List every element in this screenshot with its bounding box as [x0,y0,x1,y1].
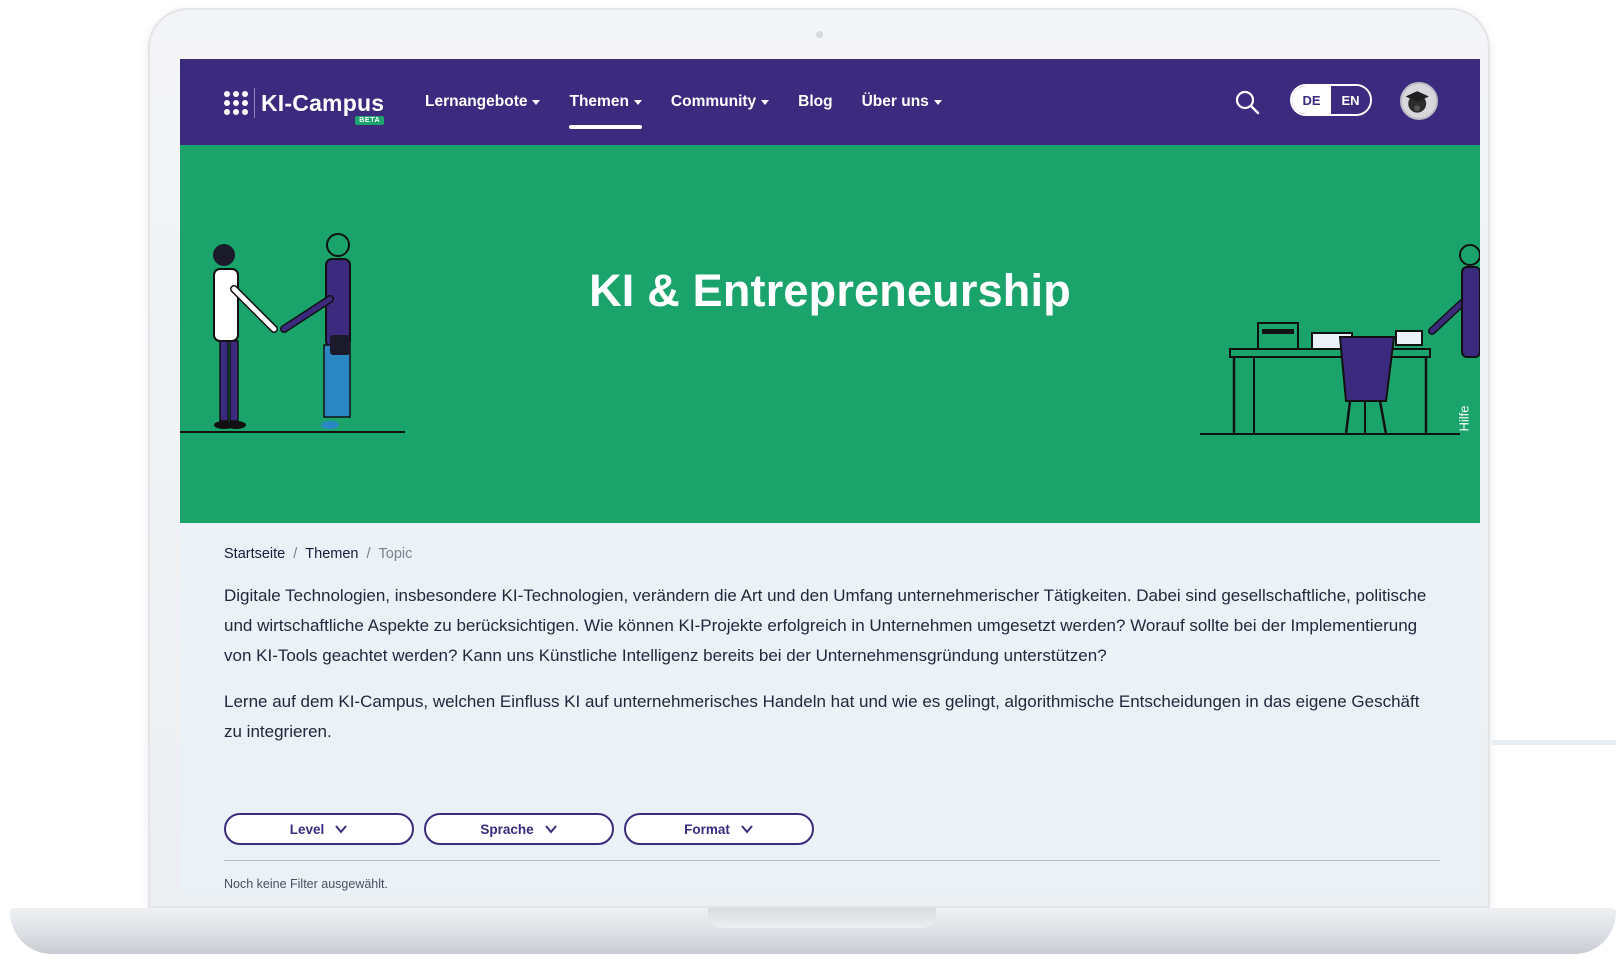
filter-format-dropdown[interactable]: Format [624,813,814,845]
filter-sprache-dropdown[interactable]: Sprache [424,813,614,845]
help-tab-label: Hilfe [1456,405,1472,432]
filter-status-text: Noch keine Filter ausgewählt. [224,877,388,891]
caret-down-icon [933,99,942,105]
filter-label: Level [289,821,325,837]
graduation-cap-icon [1405,91,1429,113]
breadcrumb-item-themen[interactable]: Themen [305,546,358,562]
caret-down-icon [761,99,770,105]
logo-separator [254,88,255,118]
intro-paragraph: Digitale Technologien, insbesondere KI-T… [224,586,1427,665]
nav-item-label: Blog [798,93,833,110]
nav-item-community[interactable]: Community [670,59,770,145]
user-avatar[interactable] [1400,82,1438,120]
nav-item-label: Lernangebote [425,93,528,110]
breadcrumb-item-startseite[interactable]: Startseite [224,546,285,562]
nav-item-themen[interactable]: Themen [569,59,643,145]
breadcrumb-item-current: Topic [378,546,413,562]
filter-divider [224,860,1440,861]
search-icon[interactable] [1234,89,1260,115]
hero-banner: KI & Entrepreneurship Hilfe [180,145,1480,523]
main-nav: Lernangebote Themen Community Blog Über … [425,59,971,145]
chevron-down-icon [741,825,753,834]
nav-item-label: Über uns [861,93,929,110]
help-tab[interactable]: Hilfe [1457,393,1479,443]
laptop-base-notch [708,908,936,928]
navbar: KI-Campus BETA Lernangebote Themen Commu… [180,59,1480,145]
nav-item-lernangebote[interactable]: Lernangebote [425,59,541,145]
office-desk-illustration [1200,244,1480,435]
breadcrumb-separator: / [366,546,371,562]
logo-grid-icon [224,91,248,115]
camera-dot [816,31,823,38]
handshake-illustration [180,233,405,433]
nav-item-label: Themen [569,93,629,110]
chevron-down-icon [544,825,557,834]
intro-paragraph: Lerne auf dem KI-Campus, welchen Einflus… [224,692,1420,741]
main-content: Startseite / Themen / Topic Digitale Tec… [224,543,1440,747]
nav-item-ueber-uns[interactable]: Über uns [862,59,942,145]
filter-bar: Level Sprache Format [224,813,824,845]
language-toggle: DE EN [1290,84,1372,116]
nav-item-label: Community [670,93,757,110]
chevron-down-icon [335,825,348,834]
breadcrumb-separator: / [293,546,298,562]
breadcrumb: Startseite / Themen / Topic [224,543,1440,565]
caret-down-icon [532,99,541,105]
filter-label: Format [684,821,730,837]
logo-label: KI-Campus [261,89,385,116]
logo[interactable]: KI-Campus BETA [224,85,385,125]
nav-item-blog[interactable]: Blog [798,59,832,145]
background-line [1492,740,1616,745]
filter-label: Sprache [480,821,534,837]
filter-level-dropdown[interactable]: Level [224,813,414,845]
caret-down-icon [633,99,642,105]
language-de-button[interactable]: DE [1292,86,1331,114]
logo-text: KI-Campus BETA [261,89,385,125]
beta-badge: BETA [355,115,385,125]
language-en-button[interactable]: EN [1331,86,1370,114]
screen: KI-Campus BETA Lernangebote Themen Commu… [180,59,1480,894]
